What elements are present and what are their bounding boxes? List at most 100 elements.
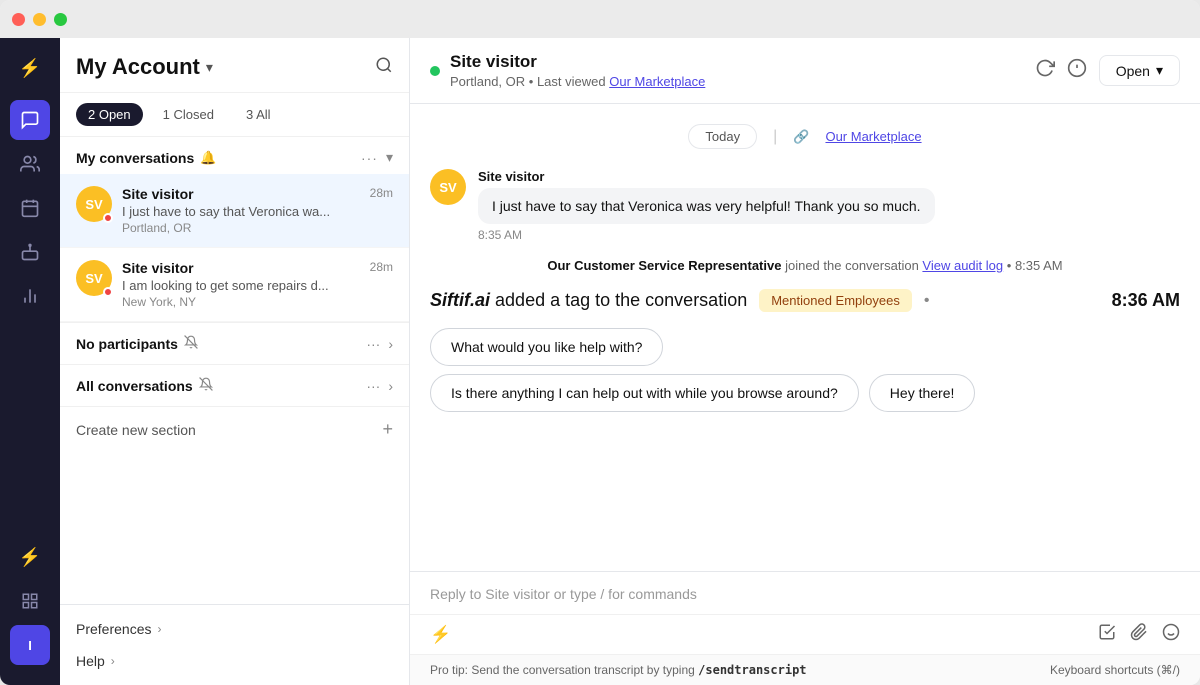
all-conversations-title: All conversations bbox=[76, 377, 213, 394]
account-chevron-icon[interactable]: ▾ bbox=[206, 59, 213, 76]
more-options-icon[interactable]: ··· bbox=[361, 150, 378, 166]
help-chevron-icon: › bbox=[111, 654, 115, 668]
chat-nav-icon[interactable] bbox=[10, 100, 50, 140]
avatar: SV bbox=[76, 186, 112, 222]
conv-name: Site visitor bbox=[122, 186, 194, 202]
system-msg-time: 8:35 AM bbox=[1015, 258, 1063, 273]
calendar-nav-icon[interactable] bbox=[10, 188, 50, 228]
reply-input-row[interactable]: Reply to Site visitor or type / for comm… bbox=[410, 572, 1200, 614]
tag-actor: Siftif.ai bbox=[430, 290, 490, 310]
reply-area: Reply to Site visitor or type / for comm… bbox=[410, 571, 1200, 685]
reply-toolbar-left: ⚡ bbox=[430, 625, 451, 645]
contacts-nav-icon[interactable] bbox=[10, 144, 50, 184]
open-chevron-icon: ▾ bbox=[1156, 62, 1163, 79]
no-participants-label: No participants bbox=[76, 336, 178, 352]
pro-tip-text: Pro tip: Send the conversation transcrip… bbox=[430, 663, 807, 677]
conv-content: Site visitor 28m I just have to say that… bbox=[122, 186, 393, 235]
system-action: joined the conversation bbox=[785, 258, 919, 273]
all-conversations-section[interactable]: All conversations ··· › bbox=[60, 364, 409, 406]
info-icon[interactable] bbox=[1067, 58, 1087, 83]
checklist-icon[interactable] bbox=[1098, 623, 1116, 646]
page-link[interactable]: Our Marketplace bbox=[825, 129, 921, 144]
bot-option-2[interactable]: Is there anything I can help out with wh… bbox=[430, 374, 859, 412]
tab-all[interactable]: 3 All bbox=[234, 103, 283, 126]
left-panel: My Account ▾ 2 Open 1 Closed 3 All bbox=[60, 38, 410, 685]
header-left: My Account ▾ bbox=[76, 54, 213, 80]
chat-header: Site visitor Portland, OR • Last viewed … bbox=[410, 38, 1200, 104]
analytics-nav-icon[interactable] bbox=[10, 276, 50, 316]
pro-tip-command: /sendtranscript bbox=[698, 663, 806, 677]
attachment-icon[interactable] bbox=[1130, 623, 1148, 646]
bot-option-3[interactable]: Hey there! bbox=[869, 374, 976, 412]
reply-placeholder: Reply to Site visitor or type / for comm… bbox=[430, 586, 697, 602]
reply-toolbar: ⚡ bbox=[410, 614, 1200, 654]
my-conversations-section-header: My conversations 🔔 ··· ▾ bbox=[60, 137, 409, 174]
expand-icon-2[interactable]: › bbox=[388, 378, 393, 394]
open-button[interactable]: Open ▾ bbox=[1099, 55, 1180, 86]
conversation-item-1[interactable]: SV Site visitor 28m I just have to say t… bbox=[60, 174, 409, 248]
preferences-nav-item[interactable]: Preferences › bbox=[60, 613, 409, 645]
visitor-meta: Portland, OR • Last viewed Our Marketpla… bbox=[450, 74, 705, 89]
date-pipe: | bbox=[773, 128, 777, 146]
more-icon[interactable]: ··· bbox=[366, 336, 380, 352]
tab-open[interactable]: 2 Open bbox=[76, 103, 143, 126]
pro-tip-bar: Pro tip: Send the conversation transcrip… bbox=[410, 654, 1200, 685]
avatar: SV bbox=[76, 260, 112, 296]
system-message: Our Customer Service Representative join… bbox=[430, 258, 1180, 273]
conv-preview: I am looking to get some repairs d... bbox=[122, 278, 393, 293]
tab-closed[interactable]: 1 Closed bbox=[151, 103, 226, 126]
lightning-bottom-icon[interactable]: ⚡ bbox=[10, 537, 50, 577]
help-nav-item[interactable]: Help › bbox=[60, 645, 409, 677]
meta-viewed: Last viewed bbox=[537, 74, 606, 89]
collapse-icon[interactable]: ▾ bbox=[386, 149, 393, 166]
no-participants-actions: ··· › bbox=[366, 336, 393, 352]
search-icon[interactable] bbox=[375, 56, 393, 79]
logo-icon: ⚡ bbox=[10, 48, 50, 88]
bot-nav-icon[interactable] bbox=[10, 232, 50, 272]
close-button[interactable] bbox=[12, 13, 25, 26]
create-new-section[interactable]: Create new section + bbox=[60, 406, 409, 452]
visitor-location: Portland, OR bbox=[450, 74, 525, 89]
visitor-info: Site visitor Portland, OR • Last viewed … bbox=[450, 52, 705, 89]
no-participants-title: No participants bbox=[76, 335, 198, 352]
maximize-button[interactable] bbox=[54, 13, 67, 26]
app-body: ⚡ bbox=[0, 38, 1200, 685]
conversation-item-2[interactable]: SV Site visitor 28m I am looking to get … bbox=[60, 248, 409, 322]
system-time: • bbox=[1007, 258, 1015, 273]
minimize-button[interactable] bbox=[33, 13, 46, 26]
meta-link[interactable]: Our Marketplace bbox=[609, 74, 705, 89]
bot-option-1[interactable]: What would you like help with? bbox=[430, 328, 663, 366]
icon-sidebar-bottom: ⚡ I bbox=[10, 537, 50, 675]
expand-icon[interactable]: › bbox=[388, 336, 393, 352]
date-label-row: Today | 🔗 Our Marketplace bbox=[430, 124, 1180, 149]
main-chat-area: Site visitor Portland, OR • Last viewed … bbox=[410, 38, 1200, 685]
bot-options: What would you like help with? Is there … bbox=[430, 328, 1180, 412]
bell-icon: 🔔 bbox=[200, 150, 216, 166]
chat-messages: Today | 🔗 Our Marketplace SV Site visito… bbox=[410, 104, 1200, 571]
grid-nav-icon[interactable] bbox=[10, 581, 50, 621]
keyboard-shortcuts[interactable]: Keyboard shortcuts (⌘/) bbox=[1050, 663, 1180, 677]
conv-time: 28m bbox=[370, 260, 393, 274]
avatar-text: SV bbox=[85, 197, 102, 212]
visitor-name: Site visitor bbox=[450, 52, 705, 72]
emoji-icon[interactable] bbox=[1162, 623, 1180, 646]
create-section-label: Create new section bbox=[76, 422, 196, 438]
lightning-toolbar-icon[interactable]: ⚡ bbox=[430, 625, 451, 645]
all-conversations-actions: ··· › bbox=[366, 378, 393, 394]
audit-link[interactable]: View audit log bbox=[922, 258, 1003, 273]
bullet: • bbox=[924, 292, 930, 310]
app-window: ⚡ bbox=[0, 0, 1200, 685]
conv-location: New York, NY bbox=[122, 295, 393, 309]
bell-mute-icon bbox=[184, 335, 198, 352]
visitor-status-dot bbox=[430, 66, 440, 76]
my-conversations-label: My conversations bbox=[76, 150, 194, 166]
refresh-icon[interactable] bbox=[1035, 58, 1055, 83]
no-participants-section[interactable]: No participants ··· › bbox=[60, 322, 409, 364]
conv-time: 28m bbox=[370, 186, 393, 200]
more-icon-2[interactable]: ··· bbox=[366, 378, 380, 394]
meta-separator: • bbox=[529, 74, 537, 89]
conv-content: Site visitor 28m I am looking to get som… bbox=[122, 260, 393, 309]
date-label: Today bbox=[688, 124, 757, 149]
user-avatar-nav[interactable]: I bbox=[10, 625, 50, 665]
all-conversations-label: All conversations bbox=[76, 378, 193, 394]
